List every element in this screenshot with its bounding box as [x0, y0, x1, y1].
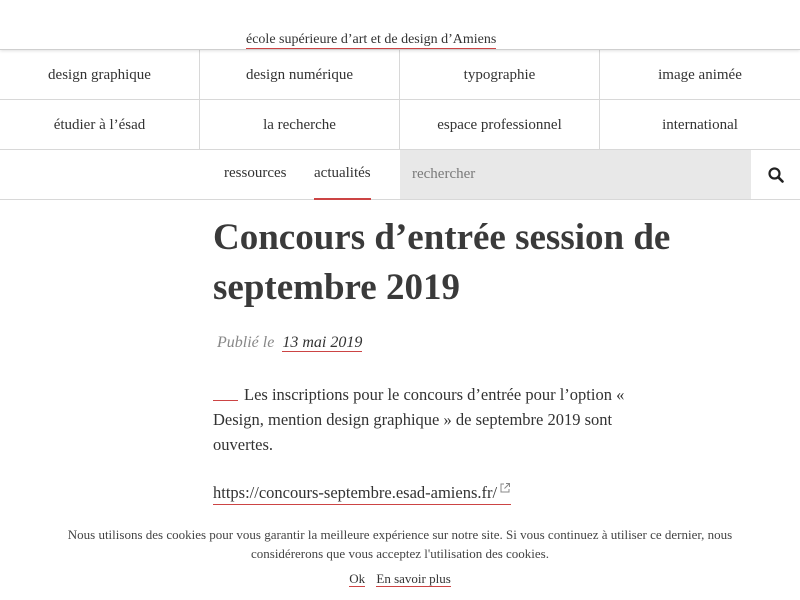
- cookie-actions: Ok En savoir plus: [0, 571, 800, 587]
- published-info: Publié le 13 mai 2019: [217, 334, 363, 352]
- article-body: Les inscriptions pour le concours d’entr…: [213, 382, 653, 457]
- cookie-more-link[interactable]: En savoir plus: [376, 571, 451, 587]
- cookie-banner: Nous utilisons des cookies pour vous gar…: [0, 515, 800, 600]
- nav-item-espace-professionnel[interactable]: espace professionnel: [400, 100, 600, 150]
- nav-item-image-animee[interactable]: image animée: [600, 50, 800, 100]
- external-link-text: https://concours-septembre.esad-amiens.f…: [213, 483, 498, 502]
- nav-item-design-graphique[interactable]: design graphique: [0, 50, 200, 100]
- nav-item-typographie[interactable]: typographie: [400, 50, 600, 100]
- article-title: Concours d’entrée session de septembre 2…: [213, 217, 671, 308]
- search-button[interactable]: [751, 150, 800, 199]
- nav-row-1: design graphique design numérique typogr…: [0, 50, 800, 100]
- cookie-ok-button[interactable]: Ok: [349, 571, 366, 587]
- external-link-icon: [500, 483, 511, 493]
- published-date-link[interactable]: 13 mai 2019: [282, 334, 363, 352]
- published-label: Publié le: [217, 334, 275, 351]
- nav-item-actualites[interactable]: actualités: [314, 150, 371, 200]
- site-title-link[interactable]: école supérieure d’art et de design d’Am…: [246, 31, 497, 49]
- nav-item-recherche[interactable]: la recherche: [200, 100, 400, 150]
- article-body-text: Les inscriptions pour le concours d’entr…: [213, 385, 625, 454]
- cookie-text: Nous utilisons des cookies pour vous gar…: [67, 527, 733, 561]
- search-icon: [767, 166, 784, 183]
- site-header: école supérieure d’art et de design d’Am…: [0, 0, 800, 50]
- nav-row-3: ressources actualités: [0, 150, 800, 200]
- decorative-dash: [213, 399, 238, 401]
- nav-row-2: étudier à l’ésad la recherche espace pro…: [0, 100, 800, 150]
- search-input[interactable]: [400, 150, 751, 199]
- main-navigation: design graphique design numérique typogr…: [0, 50, 800, 150]
- nav-item-international[interactable]: international: [600, 100, 800, 150]
- nav-item-design-numerique[interactable]: design numérique: [200, 50, 400, 100]
- nav-item-ressources[interactable]: ressources: [224, 150, 286, 200]
- nav-item-etudier[interactable]: étudier à l’ésad: [0, 100, 200, 150]
- external-link[interactable]: https://concours-septembre.esad-amiens.f…: [213, 482, 512, 505]
